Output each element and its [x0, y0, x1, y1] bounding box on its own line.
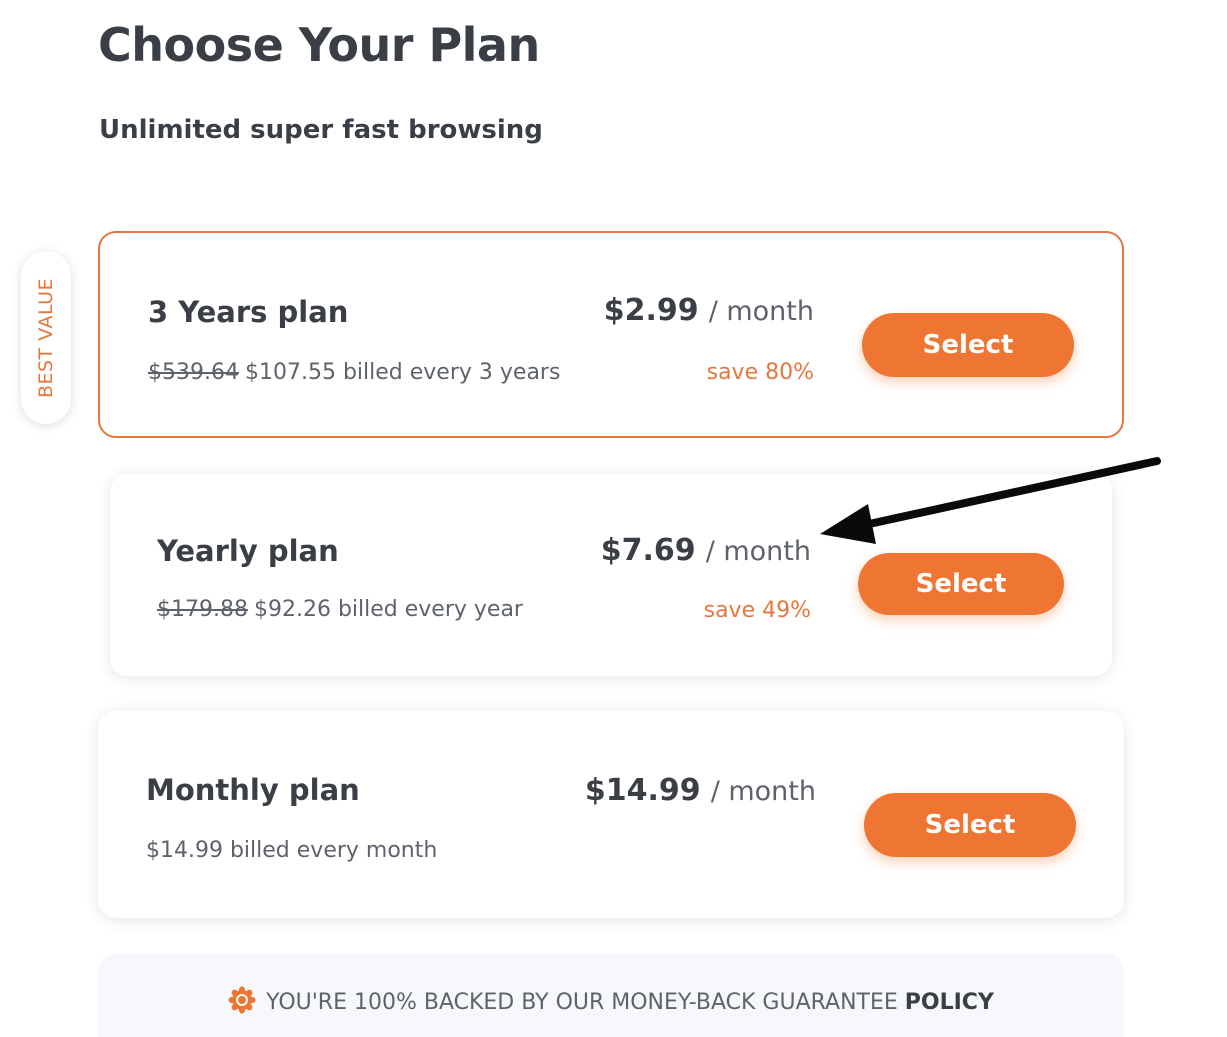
guarantee-row: YOU'RE 100% BACKED BY OUR MONEY-BACK GUA…	[98, 986, 1124, 1020]
select-button-monthly[interactable]: Select	[864, 793, 1076, 857]
plan-billing: $179.88 $92.26 billed every year	[157, 597, 523, 622]
original-price: $539.64	[148, 360, 239, 385]
plan-price: $2.99 / month	[604, 293, 814, 328]
price-period: / month	[705, 536, 811, 567]
page-title: Choose Your Plan	[98, 18, 540, 72]
plan-billing: $539.64 $107.55 billed every 3 years	[148, 360, 560, 385]
billing-text: $14.99 billed every month	[146, 838, 438, 863]
price-amount: $14.99	[584, 773, 701, 808]
page-subtitle: Unlimited super fast browsing	[99, 115, 543, 145]
plan-price: $7.69 / month	[601, 533, 811, 568]
save-badge: save 49%	[703, 598, 811, 623]
select-button-3-years[interactable]: Select	[862, 313, 1074, 377]
best-value-tab: BEST VALUE	[21, 251, 71, 424]
policy-link[interactable]: POLICY	[905, 990, 994, 1015]
save-badge: save 80%	[706, 360, 814, 385]
badge-icon	[228, 986, 256, 1020]
price-amount: $7.69	[600, 533, 696, 568]
guarantee-banner: YOU'RE 100% BACKED BY OUR MONEY-BACK GUA…	[98, 953, 1124, 1037]
billing-text: $107.55 billed every 3 years	[244, 360, 561, 385]
select-button-yearly[interactable]: Select	[858, 553, 1064, 615]
plan-name: Yearly plan	[157, 534, 339, 568]
annotation-arrow-icon	[820, 457, 1161, 544]
best-value-label: BEST VALUE	[35, 277, 57, 398]
price-period: / month	[710, 776, 816, 807]
plan-name: Monthly plan	[146, 773, 360, 807]
plan-card-monthly: Monthly plan $14.99 billed every month $…	[98, 711, 1124, 918]
plan-name: 3 Years plan	[148, 295, 349, 329]
billing-text: $92.26 billed every year	[253, 597, 523, 622]
guarantee-text: YOU'RE 100% BACKED BY OUR MONEY-BACK GUA…	[266, 990, 898, 1015]
price-period: / month	[708, 296, 814, 327]
price-amount: $2.99	[603, 293, 699, 328]
plan-card-3-years: 3 Years plan $539.64 $107.55 billed every…	[98, 231, 1124, 438]
original-price: $179.88	[157, 597, 248, 622]
plan-price: $14.99 / month	[585, 773, 816, 808]
plan-billing: $14.99 billed every month	[146, 838, 437, 863]
